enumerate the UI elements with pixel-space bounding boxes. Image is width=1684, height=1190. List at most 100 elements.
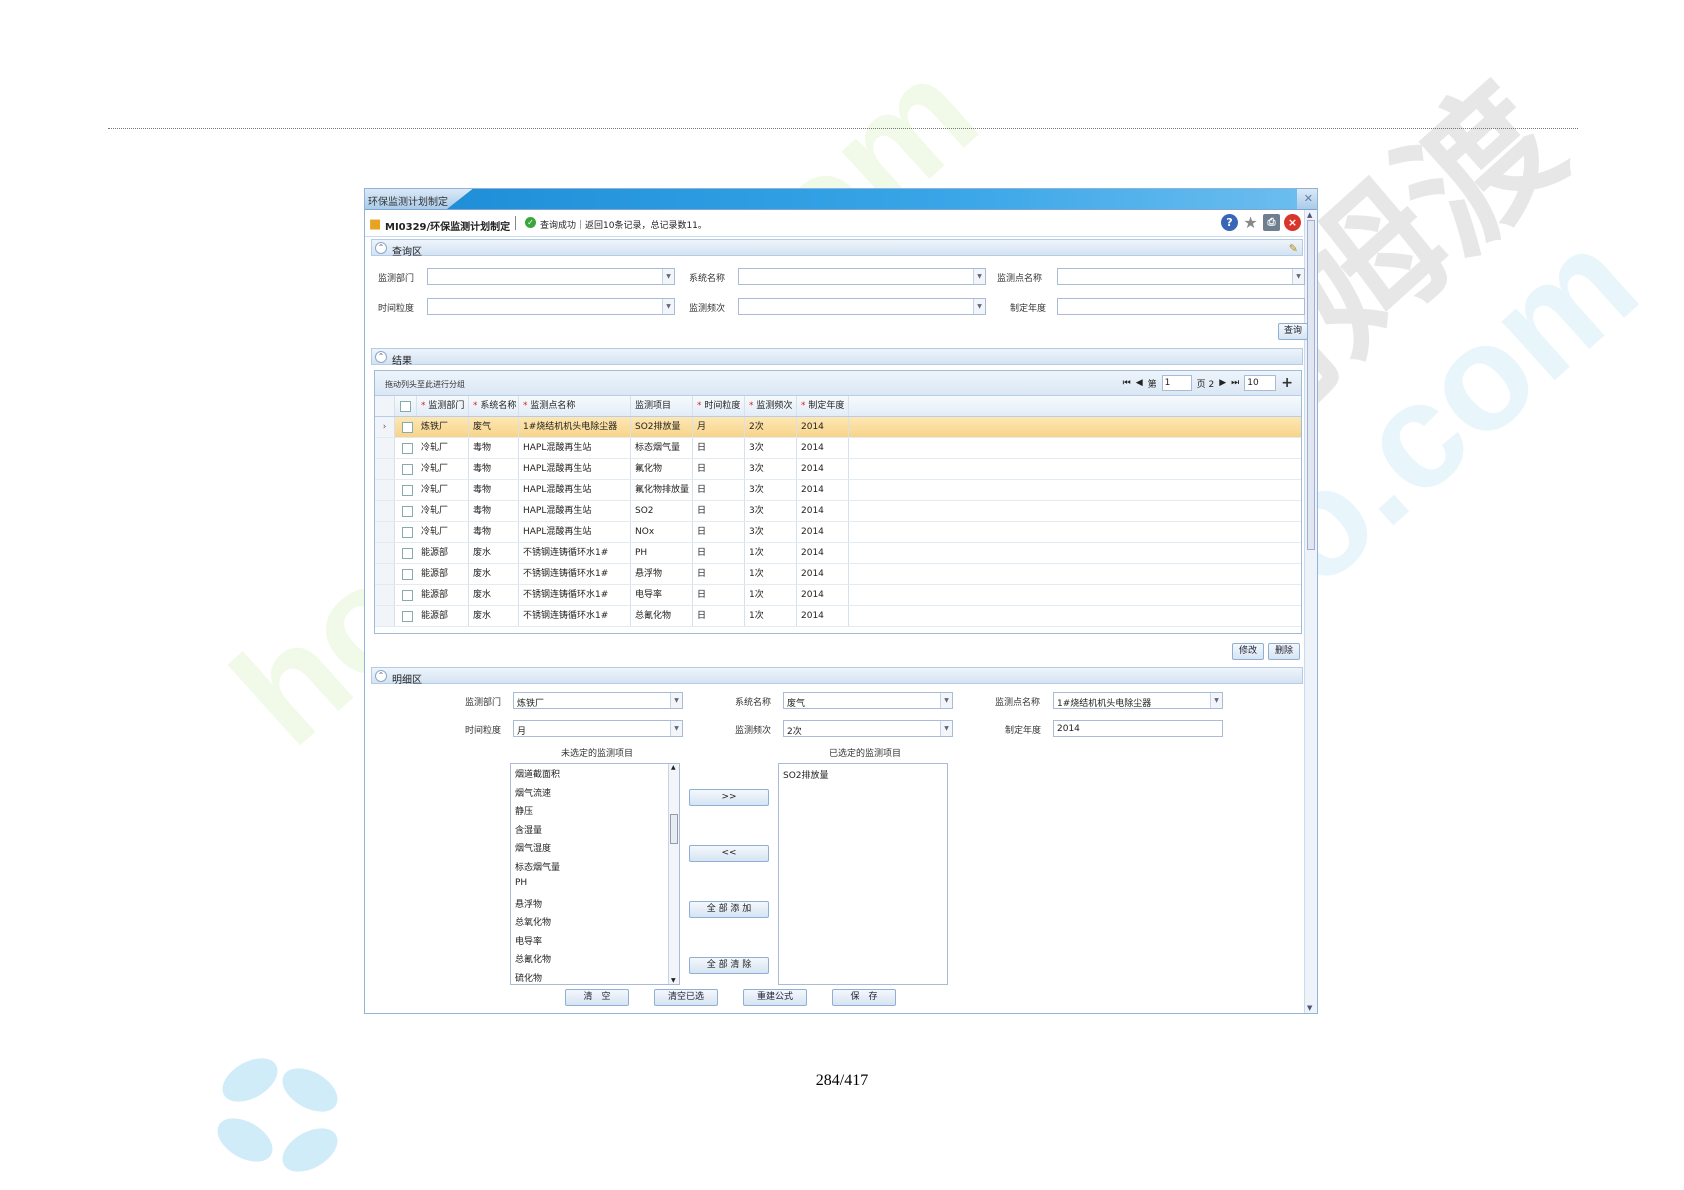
table-row[interactable]: 冷轧厂 毒物 HAPL混酸再生站 标态烟气量日 3次 2014 bbox=[375, 438, 1301, 459]
row-checkbox[interactable] bbox=[402, 464, 413, 475]
table-row[interactable]: 冷轧厂 毒物 HAPL混酸再生站 NOx 日 3次 2014 bbox=[375, 522, 1301, 543]
scroll-thumb[interactable] bbox=[1307, 220, 1315, 550]
scroll-up-icon[interactable]: ▲ bbox=[1307, 211, 1312, 219]
detail-year-input[interactable]: 2014 bbox=[1053, 720, 1223, 737]
scroll-up-icon[interactable]: ▲ bbox=[671, 764, 676, 771]
list-item[interactable]: 烟道截面积 bbox=[515, 767, 560, 780]
help-icon[interactable]: ? bbox=[1221, 214, 1238, 231]
next-page-icon[interactable]: ▶ bbox=[1219, 378, 1226, 388]
detail-point-select[interactable]: 1#烧结机机头电除尘器 ▼ bbox=[1053, 692, 1223, 709]
list-item[interactable]: 含湿量 bbox=[515, 823, 542, 836]
result-section-header[interactable]: ⌃ 结果 bbox=[371, 348, 1303, 367]
list-item[interactable]: 悬浮物 bbox=[515, 897, 542, 910]
column-header-col-item[interactable]: 监测项目 bbox=[631, 396, 693, 416]
chevron-down-icon[interactable]: ▼ bbox=[973, 269, 985, 284]
row-checkbox[interactable] bbox=[402, 590, 413, 601]
detail-system-select[interactable]: 废气 ▼ bbox=[783, 692, 953, 709]
column-header-col-point[interactable]: * 监测点名称 bbox=[519, 396, 631, 416]
table-row[interactable]: 能源部 废水 不锈钢连铸循环水1# 悬浮物日 1次 2014 bbox=[375, 564, 1301, 585]
window-close-icon[interactable]: ✕ bbox=[1304, 192, 1313, 205]
row-checkbox[interactable] bbox=[402, 569, 413, 580]
clear-button[interactable]: 清 空 bbox=[565, 989, 629, 1006]
row-checkbox[interactable] bbox=[402, 443, 413, 454]
rebuild-formula-button[interactable]: 重建公式 bbox=[743, 989, 807, 1006]
query-granularity-select[interactable]: ▼ bbox=[427, 298, 675, 315]
table-row[interactable]: 冷轧厂 毒物 HAPL混酸再生站 氟化物排放量日 3次 2014 bbox=[375, 480, 1301, 501]
unselected-items-list[interactable]: ▲ ▼ 烟道截面积烟气流速静压含湿量烟气湿度标态烟气量 PH 悬浮物总氧化物电导率总… bbox=[510, 763, 680, 985]
query-button[interactable]: 查询 bbox=[1278, 323, 1308, 340]
table-row[interactable]: › 炼铁厂 废气 1#烧结机机头电除尘器 SO2排放量月 2次 2014 bbox=[375, 417, 1301, 438]
list-item[interactable]: 静压 bbox=[515, 804, 533, 817]
table-row[interactable]: 能源部 废水 不锈钢连铸循环水1# 电导率日 1次 2014 bbox=[375, 585, 1301, 606]
scroll-down-icon[interactable]: ▼ bbox=[1307, 1004, 1312, 1012]
pencil-icon[interactable]: ✎ bbox=[1289, 242, 1298, 255]
column-header-col-system[interactable]: * 系统名称 bbox=[469, 396, 519, 416]
chevron-down-icon[interactable]: ▼ bbox=[670, 693, 682, 708]
collapse-icon[interactable]: ⌃ bbox=[375, 351, 387, 363]
table-row[interactable]: 冷轧厂 毒物 HAPL混酸再生站 SO2 日 3次 2014 bbox=[375, 501, 1301, 522]
last-page-icon[interactable]: ⏭ bbox=[1231, 378, 1239, 388]
chevron-down-icon[interactable]: ▼ bbox=[1292, 269, 1304, 284]
column-header-col-frequency[interactable]: * 监测频次 bbox=[745, 396, 797, 416]
query-point-select[interactable]: ▼ bbox=[1057, 268, 1305, 285]
chevron-down-icon[interactable]: ▼ bbox=[940, 693, 952, 708]
query-system-select[interactable]: ▼ bbox=[738, 268, 986, 285]
list-item[interactable]: 烟气流速 bbox=[515, 786, 551, 799]
detail-section-header[interactable]: ⌃ 明细区 bbox=[371, 667, 1303, 686]
scroll-down-icon[interactable]: ▼ bbox=[671, 977, 676, 984]
save-button[interactable]: 保 存 bbox=[832, 989, 896, 1006]
collapse-icon[interactable]: ⌃ bbox=[375, 242, 387, 254]
list-item[interactable]: 标态烟气量 bbox=[515, 860, 560, 873]
row-checkbox[interactable] bbox=[402, 527, 413, 538]
prev-page-icon[interactable]: ◀ bbox=[1136, 378, 1143, 388]
list-item[interactable]: 电导率 bbox=[515, 934, 542, 947]
row-checkbox[interactable] bbox=[402, 422, 413, 433]
detail-frequency-select[interactable]: 2次 ▼ bbox=[783, 720, 953, 737]
table-row[interactable]: 冷轧厂 毒物 HAPL混酸再生站 氟化物日 3次 2014 bbox=[375, 459, 1301, 480]
chevron-down-icon[interactable]: ▼ bbox=[940, 721, 952, 736]
list-item[interactable]: 总氧化物 bbox=[515, 915, 551, 928]
row-checkbox[interactable] bbox=[402, 506, 413, 517]
chevron-down-icon[interactable]: ▼ bbox=[662, 299, 674, 314]
favorite-star-icon[interactable]: ★ bbox=[1242, 214, 1259, 231]
query-frequency-select[interactable]: ▼ bbox=[738, 298, 986, 315]
page-number-input[interactable]: 1 bbox=[1161, 375, 1192, 391]
add-all-button[interactable]: 全 部 添 加 bbox=[689, 901, 769, 918]
list-item[interactable]: SO2排放量 bbox=[783, 768, 829, 781]
add-icon[interactable]: + bbox=[1281, 375, 1293, 391]
edit-button[interactable]: 修改 bbox=[1232, 643, 1264, 660]
query-dept-select[interactable]: ▼ bbox=[427, 268, 675, 285]
list-scroll-thumb[interactable] bbox=[670, 814, 678, 844]
chevron-down-icon[interactable]: ▼ bbox=[1210, 693, 1222, 708]
select-all-checkbox[interactable] bbox=[400, 401, 411, 412]
column-header-col-year[interactable]: * 制定年度 bbox=[797, 396, 849, 416]
list-item[interactable]: PH bbox=[515, 878, 527, 888]
table-row[interactable]: 能源部 废水 不锈钢连铸循环水1# PH 日 1次 2014 bbox=[375, 543, 1301, 564]
chevron-down-icon[interactable]: ▼ bbox=[662, 269, 674, 284]
clear-selected-button[interactable]: 清空已选 bbox=[654, 989, 718, 1006]
list-item[interactable]: 烟气湿度 bbox=[515, 841, 551, 854]
clear-all-button[interactable]: 全 部 清 除 bbox=[689, 957, 769, 974]
first-page-icon[interactable]: ⏮ bbox=[1123, 378, 1131, 388]
row-checkbox[interactable] bbox=[402, 611, 413, 622]
chevron-down-icon[interactable]: ▼ bbox=[973, 299, 985, 314]
chevron-down-icon[interactable]: ▼ bbox=[670, 721, 682, 736]
print-icon[interactable]: ⎙ bbox=[1263, 214, 1280, 231]
delete-button[interactable]: 删除 bbox=[1268, 643, 1300, 660]
collapse-icon[interactable]: ⌃ bbox=[375, 670, 387, 682]
detail-granularity-select[interactable]: 月 ▼ bbox=[513, 720, 683, 737]
column-header-col-dept[interactable]: * 监测部门 bbox=[417, 396, 469, 416]
list-item[interactable]: 总氰化物 bbox=[515, 952, 551, 965]
column-header-col-granularity[interactable]: * 时间粒度 bbox=[693, 396, 745, 416]
row-checkbox[interactable] bbox=[402, 548, 413, 559]
list-item[interactable]: 硫化物 bbox=[515, 971, 542, 984]
page-size-select[interactable]: 10 bbox=[1244, 375, 1277, 391]
add-item-button[interactable]: >> bbox=[689, 789, 769, 806]
list-scrollbar[interactable]: ▲ ▼ bbox=[668, 764, 679, 984]
query-section-header[interactable]: ⌃ 查询区 ✎ bbox=[371, 239, 1303, 258]
table-row[interactable]: 能源部 废水 不锈钢连铸循环水1# 总氰化物日 1次 2014 bbox=[375, 606, 1301, 627]
selected-items-list[interactable]: SO2排放量 bbox=[778, 763, 948, 985]
row-checkbox[interactable] bbox=[402, 485, 413, 496]
detail-dept-select[interactable]: 炼铁厂 ▼ bbox=[513, 692, 683, 709]
close-module-icon[interactable]: × bbox=[1284, 214, 1301, 231]
